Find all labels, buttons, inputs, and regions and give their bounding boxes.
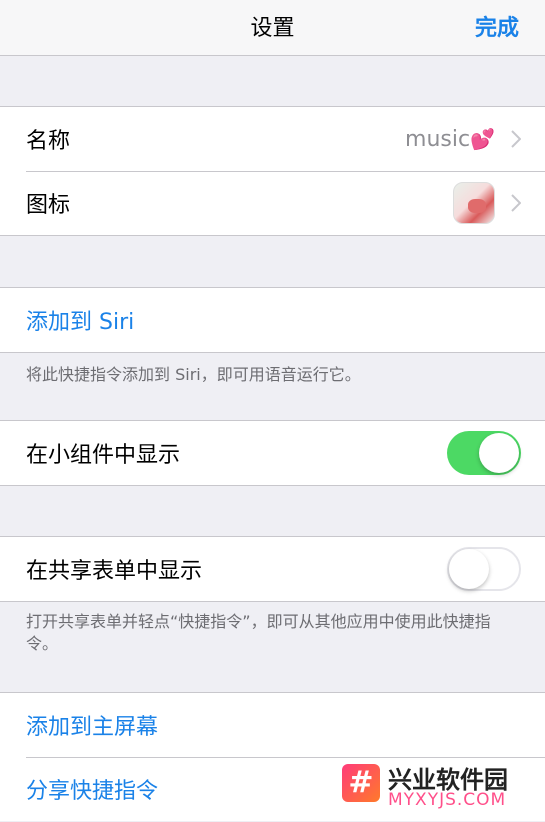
name-value: music💕 — [405, 126, 495, 152]
widget-label: 在小组件中显示 — [26, 443, 181, 468]
toggle-knob — [479, 433, 519, 473]
widget-toggle[interactable] — [447, 431, 521, 475]
shortcut-icon-thumbnail — [453, 182, 495, 224]
siri-footer-note: 将此快捷指令添加到 Siri，即可用语音运行它。 — [26, 365, 361, 384]
chevron-right-icon — [511, 130, 521, 148]
name-row[interactable]: 名称 music💕 — [0, 107, 545, 171]
icon-row[interactable]: 图标 — [0, 171, 545, 235]
siri-group: 添加到 Siri — [0, 287, 545, 353]
add-to-siri-button[interactable]: 添加到 Siri — [0, 288, 545, 352]
watermark: # 兴业软件园 MYXYJS.COM — [342, 758, 542, 818]
share-sheet-group: 在共享表单中显示 — [0, 536, 545, 602]
widget-group: 在小组件中显示 — [0, 420, 545, 486]
identity-group: 名称 music💕 图标 — [0, 106, 545, 236]
page-title: 设置 — [250, 16, 295, 41]
icon-label: 图标 — [26, 193, 71, 218]
toggle-knob — [449, 549, 489, 589]
share-sheet-toggle[interactable] — [447, 547, 521, 591]
share-sheet-footer-note: 打开共享表单并轻点“快捷指令”，即可从其他应用中使用此快捷指令。 — [26, 612, 491, 653]
add-to-home-screen-button[interactable]: 添加到主屏幕 — [0, 693, 545, 757]
share-sheet-row: 在共享表单中显示 — [0, 537, 545, 601]
heart-emoji-icon: 💕 — [470, 126, 495, 151]
watermark-subtitle: MYXYJS.COM — [388, 790, 507, 810]
share-sheet-label: 在共享表单中显示 — [26, 559, 203, 584]
chevron-right-icon — [511, 194, 521, 212]
widget-row: 在小组件中显示 — [0, 421, 545, 485]
navigation-bar: 设置 完成 — [0, 0, 545, 56]
name-label: 名称 — [26, 129, 71, 154]
done-button[interactable]: 完成 — [475, 10, 519, 42]
watermark-logo-icon: # — [342, 764, 380, 802]
